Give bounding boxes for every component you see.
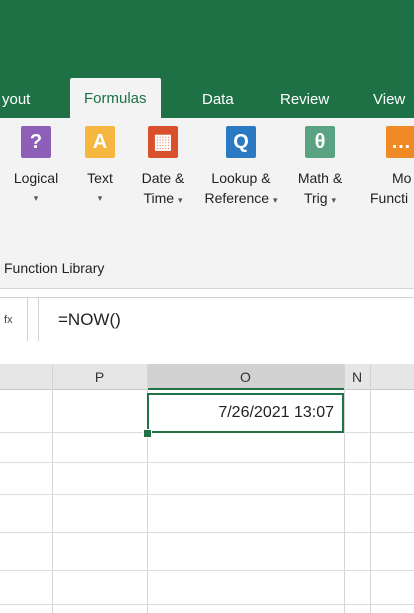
formula-input[interactable]: =NOW() [58, 298, 121, 342]
text-icon: A [85, 126, 115, 158]
lookup-reference-label: Lookup & [211, 170, 271, 186]
grid-line [0, 532, 414, 533]
more-functions-label: Mo [392, 170, 412, 186]
math-trig-label-2: Trig ▾ [303, 190, 336, 206]
title-bar [0, 0, 414, 70]
grid-line [52, 364, 53, 613]
grid-line [344, 364, 345, 613]
ribbon-grid-gap [0, 341, 414, 364]
tab-review[interactable]: Review [280, 82, 329, 118]
logical-icon: ? [21, 126, 51, 158]
math-trig-label: Math & [297, 170, 343, 186]
lookup-reference-button[interactable]: Q Lookup & Reference ▾ [198, 126, 284, 210]
magnifier-icon: Q [226, 126, 256, 158]
logical-label: Logical [13, 170, 59, 186]
date-time-button[interactable]: ▦ Date & Time ▾ [134, 126, 192, 210]
grid-line [0, 462, 414, 463]
column-header-o[interactable]: O [147, 364, 344, 390]
column-header-n[interactable]: N [344, 364, 370, 390]
grid-line [370, 364, 371, 613]
date-time-label-2: Time ▾ [143, 190, 183, 206]
active-cell[interactable]: 7/26/2021 13:07 [147, 393, 344, 433]
logical-button[interactable]: ? Logical ▾ [8, 126, 64, 208]
tab-page-layout[interactable]: yout [2, 82, 30, 118]
name-box[interactable]: fx [0, 298, 28, 342]
theta-icon: θ [305, 126, 335, 158]
tab-formulas[interactable]: Formulas [70, 78, 161, 118]
active-cell-value: 7/26/2021 13:07 [218, 404, 334, 421]
text-label: Text [87, 170, 113, 186]
lookup-reference-label-2: Reference ▾ [204, 190, 278, 206]
more-functions-label-2: Functi [370, 190, 409, 206]
tab-data[interactable]: Data [202, 82, 234, 118]
calendar-icon: ▦ [148, 126, 178, 158]
more-functions-button[interactable]: … Mo Functi [364, 126, 414, 208]
grid-line [0, 494, 414, 495]
ribbon-tabs: yout Formulas Data Review View [0, 70, 414, 118]
logical-dropdown-caret: ▾ [33, 193, 39, 203]
column-header-p[interactable]: P [52, 364, 147, 390]
column-header-next[interactable] [370, 364, 414, 390]
fill-handle[interactable] [143, 429, 152, 438]
formula-bar-divider [38, 298, 39, 342]
tab-view[interactable]: View [373, 82, 405, 118]
ribbon: ? Logical ▾ A Text ▾ ▦ Date & Time ▾ Q L… [0, 118, 414, 289]
math-trig-button[interactable]: θ Math & Trig ▾ [290, 126, 350, 210]
text-button[interactable]: A Text ▾ [80, 126, 120, 208]
function-library-label: Function Library [4, 260, 105, 276]
date-time-label: Date & [141, 170, 185, 186]
grid-line [0, 604, 414, 605]
more-functions-icon: … [386, 126, 414, 158]
text-dropdown-caret: ▾ [97, 193, 103, 203]
grid-line [0, 570, 414, 571]
column-header-prev[interactable] [0, 364, 52, 390]
formula-bar: fx =NOW() [0, 297, 414, 343]
